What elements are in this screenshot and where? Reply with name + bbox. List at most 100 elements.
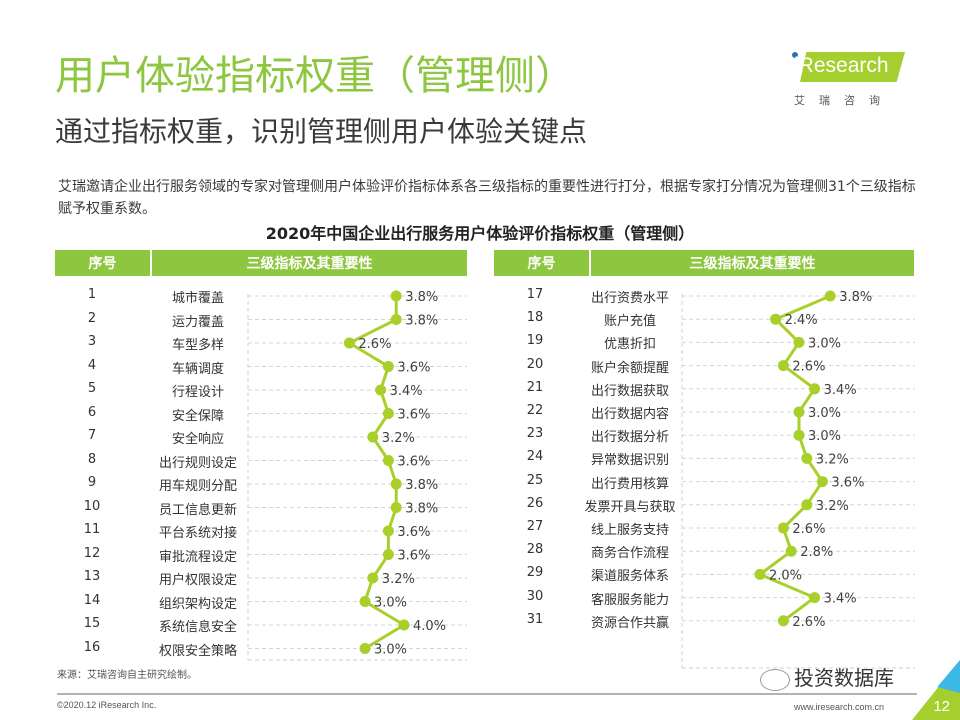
- data-label: 3.0%: [374, 643, 407, 658]
- indicator-name: 线上服务支持: [590, 523, 669, 538]
- series-line: [347, 296, 406, 650]
- indicator-name: 车辆调度: [171, 361, 224, 377]
- footer-divider: [57, 693, 917, 695]
- indicator-name: 出行数据内容: [590, 407, 669, 422]
- row-index: 20: [526, 356, 544, 372]
- data-label: 3.6%: [397, 408, 430, 423]
- data-label: 3.6%: [831, 476, 864, 491]
- indicator-name: 安全响应: [171, 432, 224, 447]
- row-index: 28: [526, 542, 544, 558]
- data-point: [816, 476, 828, 488]
- logo-cn: 艾瑞咨询: [794, 94, 894, 107]
- corner-decoration: 12: [900, 660, 960, 720]
- data-point: [390, 314, 402, 325]
- data-point: [398, 619, 410, 631]
- row-index: 13: [83, 569, 101, 584]
- indicator-name: 出行数据获取: [590, 383, 669, 399]
- data-label: 3.8%: [405, 290, 438, 305]
- indicator-name: 出行规则设定: [158, 455, 237, 471]
- data-label: 3.6%: [397, 525, 430, 540]
- row-index: 31: [526, 611, 544, 627]
- indicator-name: 商务合作流程: [590, 546, 669, 562]
- data-label: 2.6%: [792, 615, 825, 630]
- indicator-name: 审批流程设定: [158, 549, 237, 565]
- header-indicator: 三级指标及其重要性: [246, 256, 373, 272]
- indicator-name: 用户权限设定: [158, 573, 237, 588]
- description: 艾瑞邀请企业出行服务领域的专家对管理侧用户体验评价指标体系各三级指标的重要性进行…: [58, 179, 916, 217]
- data-label: 3.2%: [816, 499, 849, 514]
- indicator-name: 系统信息安全: [158, 620, 237, 635]
- indicator-name: 安全保障: [171, 408, 224, 424]
- copyright: ©2020.12 iResearch Inc.: [57, 700, 157, 710]
- data-label: 3.4%: [390, 384, 423, 399]
- data-point: [777, 522, 789, 534]
- data-label: 3.6%: [397, 455, 430, 470]
- data-label: 3.2%: [382, 431, 415, 446]
- data-label: 3.8%: [405, 478, 438, 493]
- row-index: 10: [83, 498, 101, 514]
- table-header-left: 序号 三级指标及其重要性: [55, 250, 467, 276]
- row-index: 11: [83, 522, 101, 537]
- indicator-name: 渠道服务体系: [590, 569, 669, 585]
- data-label: 3.2%: [816, 452, 849, 467]
- indicator-name: 账户充值: [603, 314, 656, 330]
- row-index: 23: [526, 426, 544, 442]
- row-index: 25: [526, 472, 544, 488]
- indicator-name: 组织架构设定: [158, 596, 237, 612]
- header-indicator: 三级指标及其重要性: [689, 256, 816, 272]
- data-point: [793, 429, 805, 441]
- indicator-name: 发票开具与获取: [584, 499, 676, 515]
- data-label: 2.0%: [769, 568, 802, 583]
- row-index: 2: [87, 310, 97, 326]
- watermark-text: 投资数据库: [794, 666, 894, 690]
- data-label: 3.8%: [839, 290, 872, 305]
- indicator-name: 运力覆盖: [171, 314, 224, 330]
- data-point: [390, 478, 402, 490]
- indicator-name: 城市覆盖: [171, 291, 224, 306]
- data-label: 2.6%: [358, 337, 391, 352]
- data-label: 3.0%: [374, 596, 407, 611]
- data-point: [382, 525, 394, 537]
- data-point: [382, 408, 394, 419]
- indicator-name: 行程设计: [171, 385, 224, 400]
- website-link[interactable]: www.iresearch.com.cn: [794, 702, 884, 712]
- wechat-icon: [760, 668, 790, 691]
- data-label: 3.2%: [382, 572, 415, 587]
- watermark: 投资数据库: [760, 662, 894, 691]
- row-index: 5: [87, 381, 97, 396]
- data-label: 4.0%: [413, 619, 446, 634]
- data-label: 3.8%: [405, 314, 438, 329]
- indicator-name: 资源合作共赢: [590, 615, 669, 631]
- data-label: 3.4%: [824, 592, 857, 607]
- data-label: 2.4%: [785, 313, 818, 328]
- source-note: 来源：艾瑞咨询自主研究绘制。: [57, 670, 197, 681]
- data-point: [367, 431, 379, 443]
- series-line: [758, 294, 831, 623]
- page-title: 用户体验指标权重（管理侧）: [55, 53, 575, 99]
- data-point: [777, 360, 789, 372]
- data-label: 3.8%: [405, 502, 438, 517]
- row-index: 26: [526, 495, 544, 511]
- data-point: [359, 643, 371, 654]
- indicator-name: 优惠折扣: [603, 337, 656, 353]
- data-point: [793, 336, 805, 348]
- data-point: [390, 502, 402, 513]
- row-index: 27: [526, 519, 544, 534]
- data-point: [801, 499, 813, 511]
- data-label: 2.6%: [792, 522, 825, 537]
- indicator-name: 出行资费水平: [590, 291, 669, 306]
- data-point: [824, 290, 836, 302]
- chart-title: 2020年中国企业出行服务用户体验评价指标权重（管理侧）: [265, 224, 695, 243]
- row-index: 14: [83, 592, 101, 608]
- row-index: 7: [87, 428, 97, 443]
- row-index: 8: [87, 451, 97, 467]
- indicator-name: 异常数据识别: [590, 453, 669, 469]
- indicator-name: 员工信息更新: [158, 502, 237, 518]
- row-index: 3: [87, 334, 97, 349]
- data-point: [770, 313, 782, 325]
- row-index: 9: [87, 475, 97, 490]
- indicator-name: 出行费用核算: [590, 476, 669, 492]
- data-point: [809, 383, 821, 395]
- row-index: 22: [526, 403, 544, 418]
- row-index: 16: [83, 639, 101, 655]
